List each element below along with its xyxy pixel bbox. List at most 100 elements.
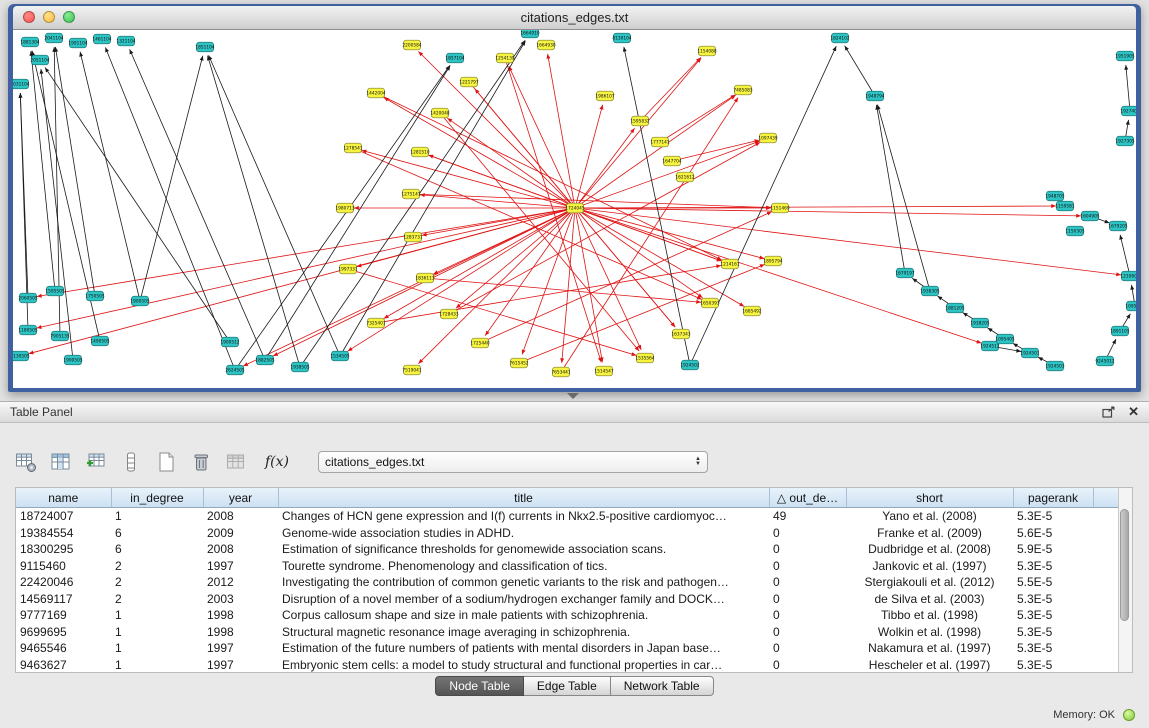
graph-node[interactable]: 7485083 <box>733 85 752 95</box>
graph-node[interactable]: 1130505 <box>13 351 30 361</box>
graph-node[interactable]: 1685492 <box>742 306 761 316</box>
table-row[interactable]: 969969511998Structural magnetic resonanc… <box>16 624 1119 641</box>
table-row[interactable]: 2242004622012Investigating the contribut… <box>16 574 1119 591</box>
graph-node[interactable]: 1664930 <box>536 40 555 50</box>
graph-node[interactable]: 1514547 <box>594 366 613 376</box>
table-row[interactable]: 911546021997Tourette syndrome. Phenomeno… <box>16 558 1119 575</box>
graph-node[interactable]: 1535564 <box>635 353 654 363</box>
graph-node[interactable]: 7615452 <box>509 358 528 368</box>
graph-node[interactable]: 1824102 <box>830 33 849 43</box>
graph-edge[interactable] <box>41 69 73 360</box>
tab-node-table[interactable]: Node Table <box>435 676 524 696</box>
graph-node[interactable]: 1836113 <box>415 273 434 283</box>
graph-node[interactable]: 1948705 <box>1045 191 1064 201</box>
table-row[interactable]: 977716911998Corpus callosum shape and si… <box>16 607 1119 624</box>
graph-node[interactable]: 1986107 <box>595 91 614 101</box>
graph-edge[interactable] <box>509 66 575 208</box>
column-header-short[interactable]: short <box>846 488 1013 508</box>
graph-node[interactable]: 1283731 <box>403 232 422 242</box>
graph-edge[interactable] <box>105 47 235 370</box>
zoom-window-button[interactable] <box>63 11 75 23</box>
splitter-grip-icon[interactable] <box>567 393 579 399</box>
graph-edge[interactable] <box>519 264 765 363</box>
graph-edge[interactable] <box>575 206 1056 208</box>
table-select[interactable]: citations_edges.txt ▲ ▼ <box>318 451 708 473</box>
graph-edge[interactable] <box>20 93 28 298</box>
graph-edge[interactable] <box>575 208 1121 275</box>
graph-node[interactable]: 1159581 <box>1055 201 1074 211</box>
graph-node[interactable]: 1442004 <box>366 88 385 98</box>
graph-node[interactable]: 1725440 <box>470 338 489 348</box>
graph-node[interactable]: 1679197 <box>895 268 914 278</box>
graph-node[interactable]: 9245012 <box>1095 356 1114 366</box>
graph-edge[interactable] <box>480 212 772 343</box>
graph-node[interactable]: 1857104 <box>445 53 464 63</box>
graph-edge[interactable] <box>209 55 340 356</box>
graph-edge[interactable] <box>425 278 701 302</box>
graph-edge[interactable] <box>575 208 981 343</box>
minimize-window-button[interactable] <box>43 11 55 23</box>
graph-edge[interactable] <box>575 105 603 208</box>
graph-edge[interactable] <box>640 58 701 121</box>
graph-node[interactable]: 2200584 <box>402 40 421 50</box>
graph-node[interactable]: 1881205 <box>945 303 964 313</box>
column-header-year[interactable]: year <box>203 488 278 508</box>
graph-node[interactable]: 1650393 <box>700 298 719 308</box>
graph-node[interactable]: 1882505 <box>255 355 274 365</box>
graph-node[interactable]: 1891105 <box>1110 326 1129 336</box>
graph-node[interactable]: 1420048 <box>430 108 449 118</box>
graph-edge[interactable] <box>208 56 300 367</box>
graph-node[interactable]: 1095405 <box>995 334 1014 344</box>
graph-node[interactable]: 1461104 <box>92 34 111 44</box>
graph-node[interactable]: 1927305 <box>1115 136 1134 146</box>
graph-node[interactable]: 1214161 <box>720 259 739 269</box>
graph-node[interactable]: 1679205 <box>1108 221 1127 231</box>
graph-edge[interactable] <box>1120 235 1130 276</box>
graph-node[interactable]: 2051104 <box>30 55 49 65</box>
graph-node[interactable]: 1278541 <box>343 143 362 153</box>
graph-edge[interactable] <box>1126 65 1130 111</box>
graph-node[interactable]: 1664910 <box>520 30 539 38</box>
table-scrollbar-thumb[interactable] <box>1120 509 1129 621</box>
graph-node[interactable]: 1097439 <box>758 133 777 143</box>
graph-node[interactable]: 1851104 <box>195 42 214 52</box>
graph-edge[interactable] <box>348 269 636 355</box>
graph-node[interactable]: 1595832 <box>630 116 649 126</box>
graph-edge[interactable] <box>376 93 722 260</box>
new-document-icon[interactable] <box>154 451 178 473</box>
graph-node[interactable]: 8130104 <box>612 33 631 43</box>
table-row[interactable]: 946362711997Embryonic stem cells: a mode… <box>16 657 1119 673</box>
table-row[interactable]: 1830029562008Estimation of significance … <box>16 541 1119 558</box>
panel-splitter[interactable] <box>0 392 1149 401</box>
table-row[interactable]: 1938455462009Genome-wide association stu… <box>16 525 1119 542</box>
graph-node[interactable]: 1881304 <box>20 37 39 47</box>
tab-network-table[interactable]: Network Table <box>611 676 714 696</box>
graph-edge[interactable] <box>672 140 759 161</box>
graph-node[interactable]: 1924502 <box>680 360 699 370</box>
function-builder-icon[interactable]: f(x) <box>259 453 291 471</box>
graph-node[interactable]: 1948794 <box>865 91 884 101</box>
graph-node[interactable]: 1281510 <box>410 147 429 157</box>
graph-edge[interactable] <box>418 208 575 364</box>
graph-node[interactable]: 2624505 <box>225 365 244 375</box>
create-column-icon[interactable] <box>84 451 108 473</box>
graph-edge[interactable] <box>300 40 525 367</box>
graph-edge[interactable] <box>265 66 450 360</box>
graph-edge[interactable] <box>660 95 735 142</box>
graph-edge[interactable] <box>575 208 641 350</box>
graph-node[interactable]: 1095505 <box>1125 301 1136 311</box>
graph-node[interactable]: 1595505 <box>45 286 64 296</box>
graph-node[interactable]: 1895794 <box>763 256 782 266</box>
graph-edge[interactable] <box>575 208 764 259</box>
close-window-button[interactable] <box>23 11 35 23</box>
graph-node[interactable]: 1750505 <box>85 291 104 301</box>
column-header-out_degree[interactable]: △ out_de… <box>769 488 846 508</box>
graph-edge[interactable] <box>411 194 771 208</box>
graph-node[interactable]: 1938505 <box>290 362 309 372</box>
graph-node[interactable]: 1604905 <box>1080 211 1099 221</box>
graph-node[interactable]: 1275141 <box>401 189 420 199</box>
graph-node[interactable]: 1254139 <box>495 53 514 63</box>
graph-edge[interactable] <box>845 46 875 96</box>
graph-node[interactable]: 7905135 <box>50 331 69 341</box>
table-mode-icon[interactable] <box>14 451 38 473</box>
